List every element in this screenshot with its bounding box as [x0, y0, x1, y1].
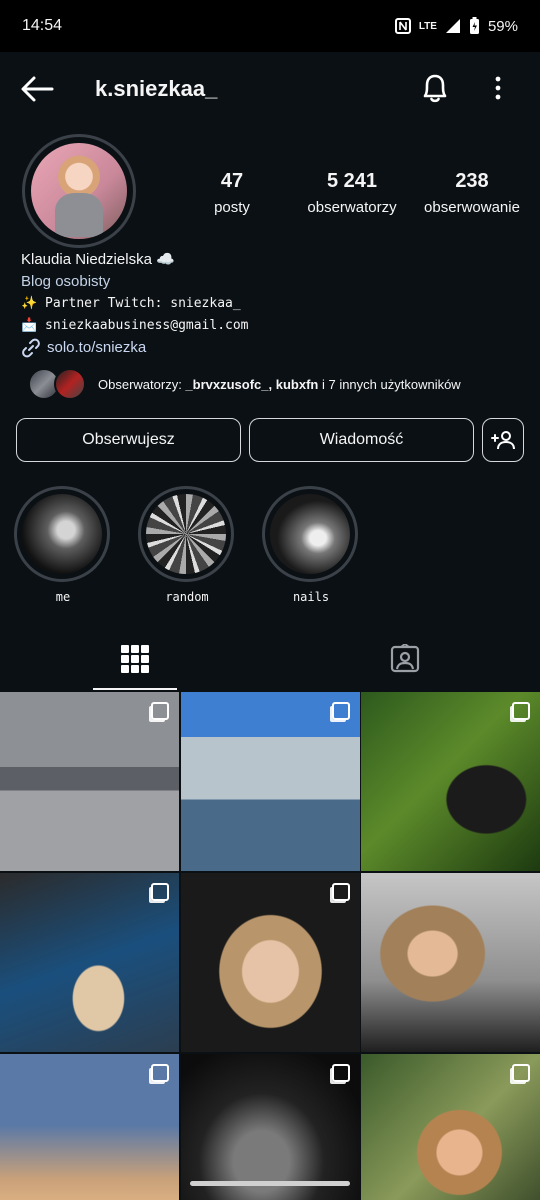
profile-category: Blog osobisty	[21, 273, 111, 290]
mutual-followers[interactable]: Obserwatorzy: _brvxzusofc_, kubxfn i 7 i…	[28, 366, 528, 402]
highlight-label: random	[165, 590, 209, 604]
tagged-icon	[390, 644, 420, 673]
profile-full-name: Klaudia Niedzielska ☁️	[21, 251, 175, 268]
story-highlights: me random nails	[14, 486, 360, 606]
nfc-icon	[394, 18, 411, 34]
avatar	[31, 143, 127, 239]
bell-icon[interactable]	[421, 72, 449, 104]
highlight-cover	[146, 494, 226, 574]
grid-icon	[121, 645, 149, 673]
avatar	[54, 368, 86, 400]
highlight-ring	[138, 486, 234, 582]
arrow-left-icon[interactable]	[20, 74, 54, 104]
post-thumbnail[interactable]	[361, 692, 540, 871]
posts-grid	[0, 692, 540, 1200]
home-indicator[interactable]	[190, 1181, 350, 1186]
stat-label: obserwatorzy	[307, 199, 397, 216]
post-thumbnail[interactable]	[361, 873, 540, 1052]
stat-following[interactable]: 238 obserwowanie	[412, 170, 532, 216]
battery-percent: 59%	[487, 17, 518, 35]
profile-actions: Obserwujesz Wiadomość	[16, 418, 524, 462]
stat-posts[interactable]: 47 posty	[172, 170, 292, 216]
highlight-nails[interactable]: nails	[262, 486, 360, 606]
post-thumbnail[interactable]	[361, 1054, 540, 1200]
message-button[interactable]: Wiadomość	[249, 418, 474, 462]
highlight-ring	[262, 486, 358, 582]
bio-line-email: 📩 sniezkaabusiness@gmail.com	[21, 318, 249, 333]
carousel-icon	[512, 702, 530, 720]
profile-link-text: solo.to/sniezka	[47, 339, 147, 356]
post-thumbnail[interactable]	[180, 873, 360, 1052]
following-button[interactable]: Obserwujesz	[16, 418, 241, 462]
add-person-icon	[491, 431, 515, 450]
stat-value: 5 241	[326, 170, 378, 192]
more-vertical-icon[interactable]	[490, 74, 506, 102]
post-thumbnail[interactable]	[180, 692, 360, 871]
post-thumbnail[interactable]	[0, 873, 179, 1052]
bio-line-twitch: ✨ Partner Twitch: sniezkaa_	[21, 296, 241, 311]
profile-tabs	[0, 628, 540, 690]
post-thumbnail[interactable]	[0, 692, 179, 871]
signal-icon	[445, 19, 460, 33]
profile-stats: 47 posty 5 241 obserwatorzy 238 obserwow…	[172, 170, 532, 216]
carousel-icon	[151, 1064, 169, 1082]
status-time: 14:54	[22, 17, 63, 34]
profile-avatar-ring[interactable]	[22, 134, 136, 248]
profile-header: k.sniezkaa_	[0, 52, 540, 124]
highlight-label: nails	[292, 590, 330, 604]
profile-link[interactable]: solo.to/sniezka	[21, 337, 521, 359]
highlight-cover	[270, 494, 350, 574]
stat-followers[interactable]: 5 241 obserwatorzy	[292, 170, 412, 216]
carousel-icon	[331, 1064, 350, 1082]
stat-value: 47	[220, 170, 244, 192]
tab-tagged[interactable]	[270, 628, 540, 690]
highlight-ring	[14, 486, 110, 582]
carousel-icon	[331, 883, 350, 901]
post-thumbnail[interactable]	[0, 1054, 179, 1200]
carousel-icon	[151, 883, 169, 901]
tab-posts[interactable]	[0, 628, 270, 690]
link-icon	[22, 338, 40, 358]
mutual-suffix: i 7 innych użytkowników	[318, 376, 461, 392]
carousel-icon	[331, 702, 350, 720]
network-type: LTE	[418, 20, 437, 32]
status-bar: 14:54 LTE 59%	[0, 0, 540, 52]
mutual-names: _brvxzusofc_, kubxfn	[185, 376, 319, 392]
stat-label: obserwowanie	[424, 199, 520, 216]
stat-value: 238	[455, 170, 489, 192]
highlight-random[interactable]: random	[138, 486, 236, 606]
mutual-followers-text: Obserwatorzy: _brvxzusofc_, kubxfn i 7 i…	[98, 377, 461, 392]
profile-username: k.sniezkaa_	[95, 76, 218, 101]
carousel-icon	[151, 702, 169, 720]
highlight-label: me	[55, 590, 71, 604]
highlight-me[interactable]: me	[14, 486, 112, 606]
status-icons: LTE 59%	[394, 17, 518, 35]
profile-bio: Klaudia Niedzielska ☁️ Blog osobisty ✨ P…	[21, 249, 521, 359]
suggest-people-button[interactable]	[482, 418, 524, 462]
battery-icon	[469, 17, 479, 34]
mutual-prefix: Obserwatorzy:	[98, 376, 186, 392]
stat-label: posty	[214, 199, 250, 216]
highlight-cover	[22, 494, 102, 574]
post-thumbnail[interactable]	[180, 1054, 360, 1200]
mutual-avatars	[28, 366, 90, 402]
carousel-icon	[512, 1064, 530, 1082]
